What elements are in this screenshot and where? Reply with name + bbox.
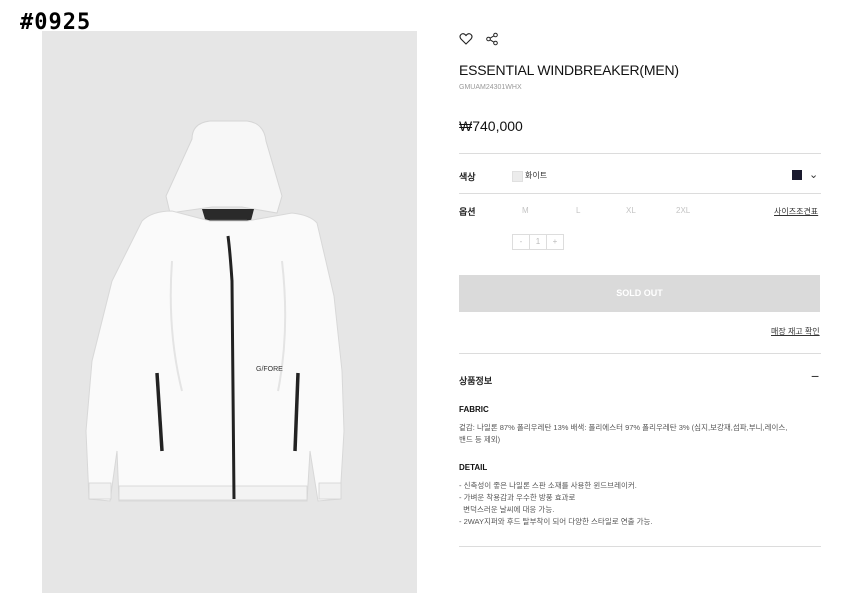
product-title: ESSENTIAL WINDBREAKER(MEN) [459, 62, 679, 78]
detail-text: - 신축성이 좋은 나일론 스판 소재를 사용한 윈드브레이커. - 가벼운 착… [459, 481, 653, 526]
quantity-stepper: - 1 + [512, 234, 564, 250]
store-stock-link[interactable]: 매장 재고 확인 [771, 326, 820, 337]
product-brand-logo: G/FORE [256, 366, 283, 373]
share-icon[interactable] [485, 32, 499, 46]
selected-color-name: 화이트 [525, 171, 548, 180]
color-swatch-navy[interactable] [792, 170, 802, 180]
detail-heading: DETAIL [459, 463, 488, 472]
divider [459, 546, 821, 547]
fabric-heading: FABRIC [459, 405, 489, 414]
chevron-down-icon[interactable]: ⌄ [809, 168, 818, 181]
size-option-xl[interactable]: XL [626, 206, 636, 215]
product-info-heading: 상품정보 [459, 376, 493, 386]
size-guide-link[interactable]: 사이즈조견표 [774, 206, 818, 217]
divider [459, 193, 821, 194]
color-swatch-white[interactable] [512, 171, 523, 182]
fabric-text: 겉감: 나일론 87% 폴리우레탄 13% 배색: 폴리에스터 97% 폴리우레… [459, 423, 788, 444]
size-option-2xl[interactable]: 2XL [676, 206, 690, 215]
heart-icon[interactable] [459, 32, 473, 46]
option-label: 옵션 [459, 207, 476, 217]
product-price: ₩740,000 [459, 118, 523, 134]
quantity-plus-button[interactable]: + [546, 235, 563, 249]
product-code: GMUAM24301WHX [459, 84, 522, 91]
size-option-m[interactable]: M [522, 206, 529, 215]
quantity-minus-button[interactable]: - [513, 235, 529, 249]
collapse-icon[interactable]: − [811, 368, 819, 384]
size-option-l[interactable]: L [576, 206, 580, 215]
color-label: 색상 [459, 172, 476, 182]
divider [459, 153, 821, 154]
quantity-value[interactable]: 1 [529, 235, 546, 249]
divider [459, 353, 821, 354]
product-image: G/FORE [42, 31, 417, 593]
sold-out-button[interactable]: SOLD OUT [459, 275, 820, 312]
